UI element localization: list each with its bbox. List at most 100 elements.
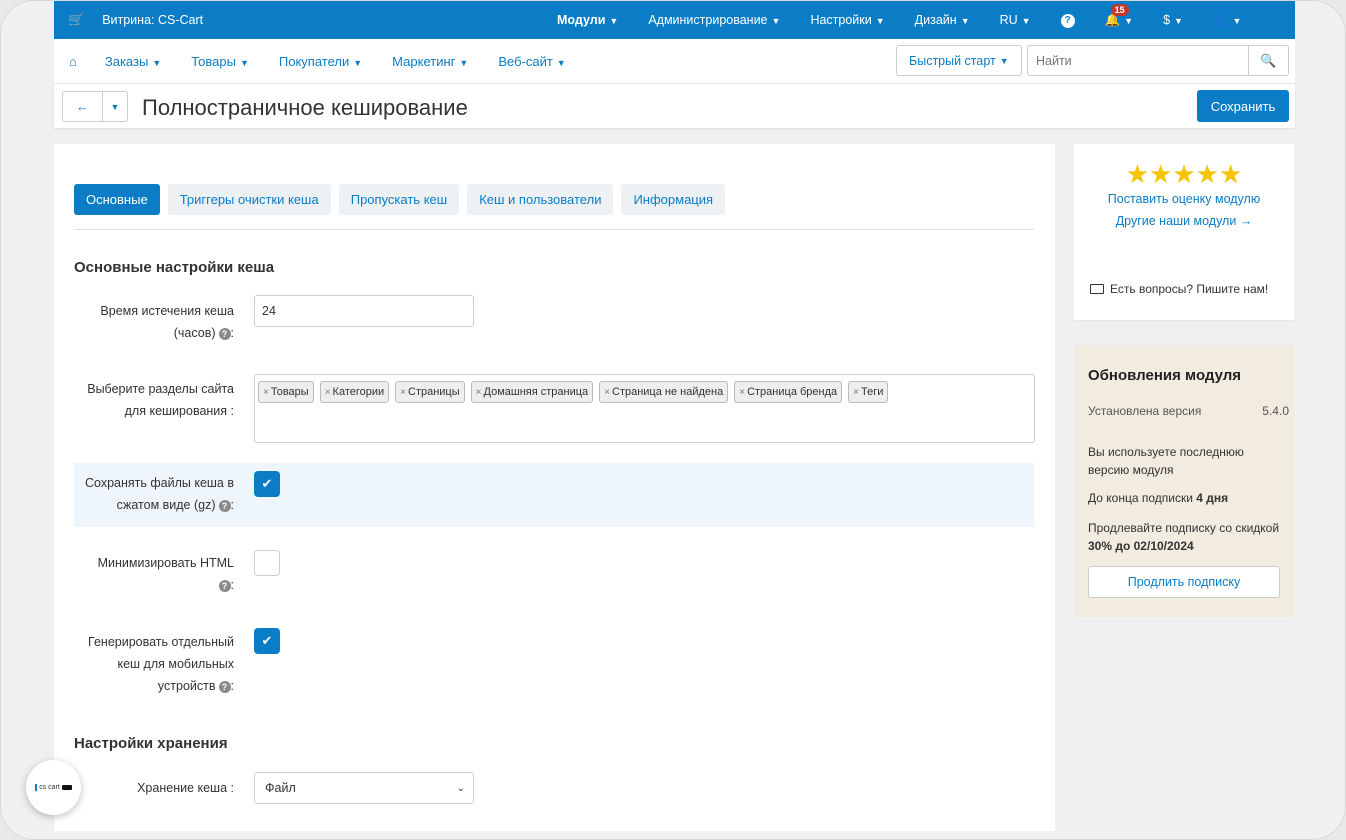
other-modules-link[interactable]: Другие наши модули → xyxy=(1074,214,1294,228)
nav-bar: ⌂ Заказы ▼ Товары ▼ Покупатели ▼ Маркетинг ▼… xyxy=(54,39,1295,84)
close-icon[interactable]: × xyxy=(476,387,482,398)
cscart-logo: cs cart xyxy=(35,784,72,791)
app-frame: 🛒 Витрина: CS-Cart Модули ▼ Администриров… xyxy=(0,0,1346,840)
currency-menu[interactable]: $ ▼ xyxy=(1163,13,1183,27)
menu-design[interactable]: Дизайн ▼ xyxy=(915,13,970,27)
nav-website[interactable]: Веб-сайт ▼ xyxy=(498,54,565,69)
store-label: Витрина: CS-Cart xyxy=(102,13,204,27)
storage-select[interactable]: Файл ⌄ xyxy=(254,772,474,804)
menu-administration[interactable]: Администрирование ▼ xyxy=(648,13,780,27)
tag-pages[interactable]: × Страницы xyxy=(395,381,465,403)
help-icon[interactable]: ? xyxy=(218,680,231,693)
contact-link[interactable]: Есть вопросы? Пишите нам! xyxy=(1090,282,1268,296)
cart-icon: 🛒 xyxy=(68,12,85,27)
chevron-down-icon: ▼ xyxy=(459,57,469,68)
menu-settings[interactable]: Настройки ▼ xyxy=(810,13,884,27)
minify-label: Минимизировать HTML ?: xyxy=(97,556,234,592)
chevron-down-icon: ▼ xyxy=(875,16,885,26)
nav-orders[interactable]: Заказы ▼ xyxy=(105,54,161,69)
quick-start-button[interactable]: Быстрый старт ▼ xyxy=(896,45,1022,76)
close-icon[interactable]: × xyxy=(325,387,331,398)
discount-text: Продлевайте подписку со скидкой 30% до 0… xyxy=(1088,521,1280,553)
chevron-down-icon: ▼ xyxy=(152,57,162,68)
store-link[interactable]: 🛒 Витрина: CS-Cart xyxy=(54,12,203,28)
tag-not-found-page[interactable]: × Страница не найдена xyxy=(599,381,729,403)
rating-card: ★★★★★ Поставить оценку модулю Другие наш… xyxy=(1074,144,1294,320)
minify-row: Минимизировать HTML ?: xyxy=(74,544,1034,604)
top-menus: Модули ▼ Администрирование ▼ Настройки ▼ Ди… xyxy=(557,1,1271,39)
chevron-down-icon: ▼ xyxy=(239,57,249,68)
expiry-input[interactable]: 24 xyxy=(254,295,474,327)
nav-customers[interactable]: Покупатели ▼ xyxy=(279,54,362,69)
tab-skip-cache[interactable]: Пропускать кеш xyxy=(338,184,460,215)
tabs: Основные Триггеры очистки кеша Пропускат… xyxy=(74,184,733,215)
sections-tag-input[interactable]: × Товары × Категории × Страницы × Домашняя с… xyxy=(254,374,1035,443)
search-input[interactable] xyxy=(1028,46,1248,75)
expiry-label: Время истечения кеша (часов)?: xyxy=(100,304,234,340)
chevron-down-icon: ▼ xyxy=(1124,15,1134,26)
tab-triggers[interactable]: Триггеры очистки кеша xyxy=(167,184,331,215)
help-icon[interactable]: ? xyxy=(218,499,231,512)
minify-checkbox[interactable] xyxy=(254,550,280,576)
subscription-text: До конца подписки 4 дня xyxy=(1088,491,1229,505)
rating-stars[interactable]: ★★★★★ xyxy=(1074,159,1294,190)
back-button-group: ← ▼ xyxy=(62,91,128,122)
chevron-down-icon[interactable]: ▼ xyxy=(103,92,127,121)
title-bar: ← ▼ Полностраничное кеширование Сохранит… xyxy=(54,84,1295,128)
tag-home-page[interactable]: × Домашняя страница xyxy=(470,381,594,403)
tab-general[interactable]: Основные xyxy=(74,184,160,215)
tag-tags[interactable]: × Теги xyxy=(848,381,889,403)
close-icon[interactable]: × xyxy=(853,387,859,398)
user-menu[interactable]: 👤 ▼ xyxy=(1213,13,1242,28)
search-icon[interactable]: 🔍 xyxy=(1248,46,1288,75)
chevron-down-icon: ▼ xyxy=(609,16,619,26)
sections-label: Выберите разделы сайта для кеширования : xyxy=(87,382,234,418)
top-bar: 🛒 Витрина: CS-Cart Модули ▼ Администриров… xyxy=(54,1,1295,39)
gzip-label: Сохранять файлы кеша в сжатом виде (gz)?… xyxy=(85,476,234,512)
cscart-logo-bubble[interactable]: cs cart xyxy=(26,760,81,815)
user-icon: 👤 xyxy=(1212,12,1229,27)
star-icon: ★ xyxy=(1218,159,1243,189)
tag-brand-page[interactable]: × Страница бренда xyxy=(734,381,843,403)
installed-version-value: 5.4.0 xyxy=(1262,404,1289,418)
mobile-row: Генерировать отдельный кеш для мобильных… xyxy=(74,624,1034,704)
rate-module-link[interactable]: Поставить оценку модулю xyxy=(1074,192,1294,206)
chevron-down-icon: ▼ xyxy=(1174,16,1183,26)
notifications-button[interactable]: 🔔 15 ▼ xyxy=(1105,3,1134,28)
star-icon: ★ xyxy=(1149,159,1173,189)
tag-products[interactable]: × Товары xyxy=(258,381,314,403)
back-arrow-icon[interactable]: ← xyxy=(63,92,103,121)
chevron-down-icon: ▼ xyxy=(556,57,566,68)
check-icon: ✔ xyxy=(261,633,273,648)
help-icon: ? xyxy=(1060,14,1075,28)
menu-language[interactable]: RU ▼ xyxy=(1000,13,1031,27)
sections-row: Выберите разделы сайта для кеширования :… xyxy=(74,374,1035,444)
star-icon: ★ xyxy=(1172,159,1196,189)
extend-subscription-button[interactable]: Продлить подписку xyxy=(1088,566,1280,598)
help-icon[interactable]: ? xyxy=(218,327,231,340)
save-button[interactable]: Сохранить xyxy=(1197,90,1289,122)
mail-icon xyxy=(1090,284,1104,294)
gzip-checkbox[interactable]: ✔ xyxy=(254,471,280,497)
close-icon[interactable]: × xyxy=(604,387,610,398)
close-icon[interactable]: × xyxy=(400,387,406,398)
tab-cache-users[interactable]: Кеш и пользователи xyxy=(467,184,614,215)
menu-modules[interactable]: Модули ▼ xyxy=(557,13,618,27)
main-panel: Основные Триггеры очистки кеша Пропускат… xyxy=(54,144,1055,831)
storage-label: Хранение кеша : xyxy=(137,781,234,795)
storage-row: Хранение кеша : Файл ⌄ xyxy=(74,772,1034,806)
help-icon[interactable]: ? xyxy=(218,579,231,592)
help-button[interactable]: ? xyxy=(1060,12,1075,28)
close-icon[interactable]: × xyxy=(263,387,269,398)
chevron-down-icon: ⌄ xyxy=(456,782,465,794)
nav-marketing[interactable]: Маркетинг ▼ xyxy=(392,54,468,69)
star-icon: ★ xyxy=(1195,159,1219,189)
close-icon[interactable]: × xyxy=(739,387,745,398)
check-icon: ✔ xyxy=(261,476,273,491)
tab-info[interactable]: Информация xyxy=(621,184,726,215)
mobile-checkbox[interactable]: ✔ xyxy=(254,628,280,654)
home-icon[interactable]: ⌂ xyxy=(69,54,77,69)
tag-categories[interactable]: × Категории xyxy=(319,381,390,403)
latest-version-text: Вы используете последнюю версию модуля xyxy=(1088,445,1244,477)
nav-products[interactable]: Товары ▼ xyxy=(191,54,249,69)
